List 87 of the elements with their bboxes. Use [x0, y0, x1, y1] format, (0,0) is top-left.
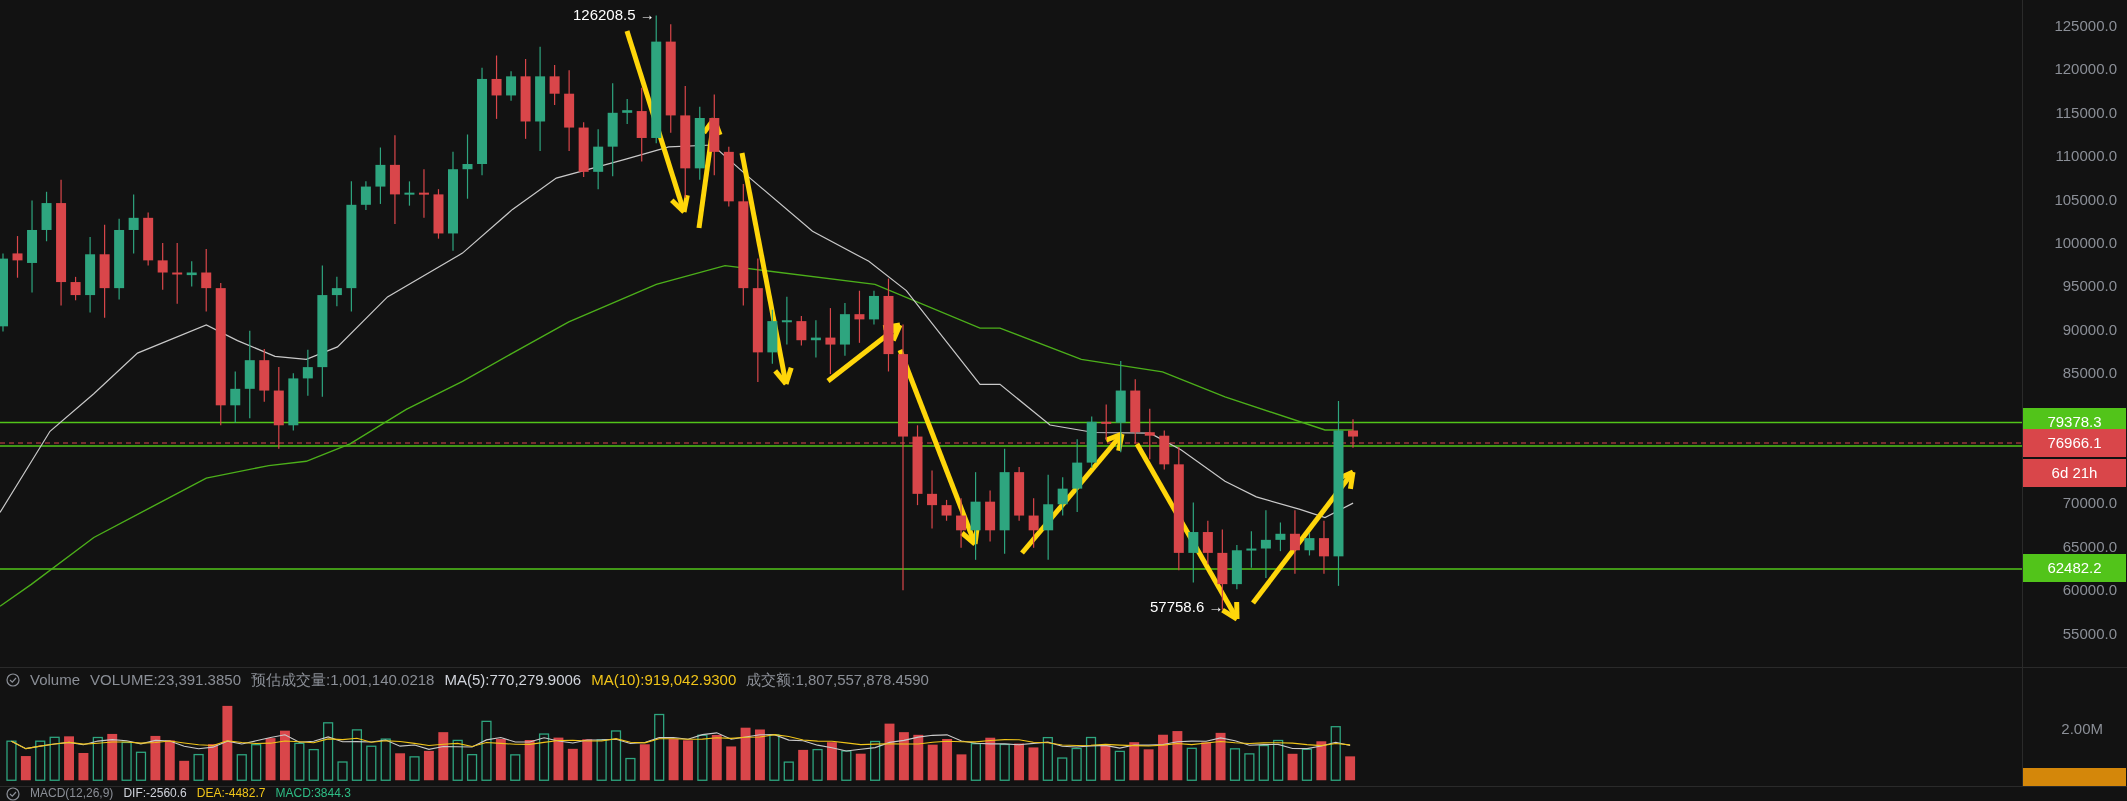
candle — [404, 180, 415, 207]
candle — [985, 489, 996, 543]
axis-tick-label: 105000.0 — [2054, 190, 2117, 209]
candle — [1086, 416, 1097, 469]
candle — [201, 248, 212, 313]
candle — [433, 188, 444, 240]
price-tag: 76966.1 — [2023, 429, 2126, 457]
candle — [375, 146, 386, 205]
collapse-icon[interactable] — [6, 786, 20, 801]
candle — [839, 302, 850, 357]
candle — [854, 290, 865, 344]
candle — [1159, 429, 1170, 471]
candle — [1289, 509, 1300, 575]
candle — [1101, 403, 1112, 441]
candle — [331, 276, 342, 307]
candle — [1014, 466, 1025, 522]
axis-tick-label: 65000.0 — [2062, 537, 2117, 556]
legend-value: VOLUME:23,391.3850 — [90, 669, 241, 690]
candle — [12, 235, 23, 279]
candle — [128, 193, 139, 254]
axis-tick-label: 55000.0 — [2062, 624, 2117, 643]
candle — [288, 372, 299, 432]
price-label: 126208.5 → — [573, 6, 655, 24]
candle — [360, 180, 371, 211]
legend-value: MACD(12,26,9) — [30, 787, 114, 800]
candle — [927, 469, 938, 530]
candle — [506, 70, 517, 102]
legend-value: MA(10):919,042.9300 — [591, 669, 737, 690]
axis-tick-label: 60000.0 — [2062, 581, 2117, 600]
legend-value: DEA:-4482.7 — [196, 787, 266, 800]
candle — [549, 64, 560, 106]
candle — [70, 276, 81, 301]
axis-tick-label: 115000.0 — [2055, 103, 2117, 122]
candle — [1028, 497, 1039, 549]
axis-tick-label: 100000.0 — [2054, 234, 2117, 252]
candle — [868, 290, 879, 326]
price-label: 57758.6 → — [1150, 598, 1224, 616]
candle — [41, 191, 52, 242]
candle — [230, 370, 241, 424]
legend-value: 预估成交量:1,001,140.0218 — [251, 669, 435, 690]
candle — [462, 133, 473, 200]
candle — [796, 315, 807, 347]
legend-value: Volume — [30, 669, 81, 690]
candle — [1304, 532, 1315, 557]
candle — [1231, 544, 1242, 590]
candle — [418, 168, 429, 219]
axis-tick-label: 85000.0 — [2062, 364, 2117, 383]
candle — [1144, 408, 1155, 460]
axis-tick-label: 70000.0 — [2062, 494, 2117, 513]
candle — [1348, 418, 1358, 449]
candle — [941, 499, 952, 522]
legend-value: MACD:3844.3 — [275, 787, 351, 800]
axis-tick-label: 120000.0 — [2054, 60, 2117, 79]
candle — [186, 260, 197, 287]
candle — [259, 348, 270, 403]
candle — [302, 349, 313, 397]
candle — [157, 242, 168, 291]
axis-tick-label: 2.00M — [2061, 720, 2103, 738]
axis-tick-label: 95000.0 — [2062, 277, 2117, 296]
legend-value: DIF:-2560.6 — [123, 787, 187, 800]
candle — [1202, 520, 1213, 565]
candle — [143, 212, 154, 267]
candle — [723, 146, 734, 208]
candle — [491, 54, 502, 120]
candle — [1318, 520, 1329, 575]
candle — [1130, 378, 1141, 445]
candle — [593, 128, 604, 190]
legend-value: 成交额:1,807,557,878.4590 — [746, 669, 929, 690]
candle — [1057, 476, 1068, 517]
legend-value: MA(5):770,279.9006 — [444, 669, 582, 690]
axis-tick-label: 90000.0 — [2062, 320, 2117, 339]
collapse-icon[interactable] — [6, 672, 20, 687]
candle — [578, 121, 589, 178]
candle — [1260, 509, 1271, 579]
candle — [1275, 521, 1286, 552]
candle — [767, 309, 778, 365]
candle — [810, 319, 821, 359]
candle — [172, 242, 183, 305]
candle — [825, 307, 836, 375]
axis-tick-label: 125000.0 — [2054, 17, 2117, 35]
countdown-tag: 6d 21h — [2023, 459, 2126, 487]
candle — [1246, 530, 1257, 569]
candle — [956, 497, 967, 549]
candle — [622, 98, 633, 125]
candle — [781, 296, 792, 346]
price-tag: 62482.2 — [2023, 554, 2126, 582]
axis-tick-label: 110000.0 — [2055, 147, 2117, 166]
